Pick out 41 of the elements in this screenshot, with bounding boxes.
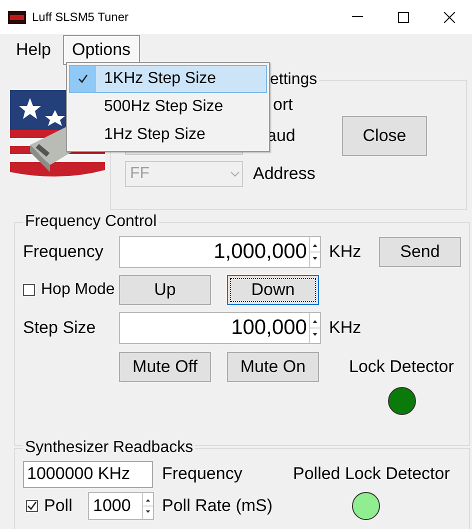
poll-label: Poll [44, 496, 74, 516]
poll-checkbox[interactable] [26, 500, 38, 512]
unit-label: KHz [329, 242, 362, 262]
menu-option[interactable]: 1Hz Step Size [69, 121, 267, 149]
menu-option[interactable]: 500Hz Step Size [69, 93, 267, 121]
polled-lock-label: Polled Lock Detector [293, 464, 450, 484]
group-title: Frequency Control [23, 213, 159, 231]
close-icon[interactable] [444, 12, 454, 22]
lock-detector-label: Lock Detector [349, 357, 454, 377]
window-title: Luff SLSM5 Tuner [32, 10, 130, 24]
chevron-down-icon [228, 170, 242, 178]
frequency-label: Frequency [23, 242, 104, 262]
spinner-arrows-icon[interactable] [309, 313, 320, 343]
send-button[interactable]: Send [379, 237, 461, 267]
group-title: ettings [268, 71, 320, 89]
close-port-button[interactable]: Close [342, 116, 427, 156]
poll-rate-label: Poll Rate (mS) [162, 496, 274, 516]
frequency-spinner[interactable]: 1,000,000 [119, 236, 321, 268]
app-logo-icon [8, 10, 26, 24]
hop-mode-label: Hop Mode [41, 281, 115, 299]
readback-frequency-field[interactable]: 1000000 KHz [23, 460, 153, 488]
port-label: ort [273, 95, 293, 115]
poll-rate-spinner[interactable]: 1000 [88, 492, 154, 520]
menu-option[interactable]: 1KHz Step Size [69, 65, 267, 93]
menu-item[interactable]: Help [7, 35, 60, 65]
down-button[interactable]: Down [227, 275, 319, 305]
mute-off-button[interactable]: Mute Off [119, 352, 211, 382]
spinner-arrows-icon[interactable] [142, 493, 153, 519]
frequency-label: Frequency [162, 464, 244, 484]
address-label: Address [253, 164, 316, 184]
menu-item[interactable]: Options [62, 35, 140, 65]
step-size-spinner[interactable]: 100,000 [119, 312, 321, 344]
maximize-icon[interactable] [398, 12, 408, 22]
mute-on-button[interactable]: Mute On [227, 352, 319, 382]
up-button[interactable]: Up [119, 275, 211, 305]
group-title: Synthesizer Readbacks [23, 439, 196, 457]
spinner-arrows-icon[interactable] [309, 237, 320, 267]
step-size-label: Step Size [23, 318, 97, 338]
minimize-icon[interactable] [352, 16, 362, 18]
unit-label: KHz [329, 318, 362, 338]
hop-mode-checkbox[interactable] [23, 284, 35, 296]
